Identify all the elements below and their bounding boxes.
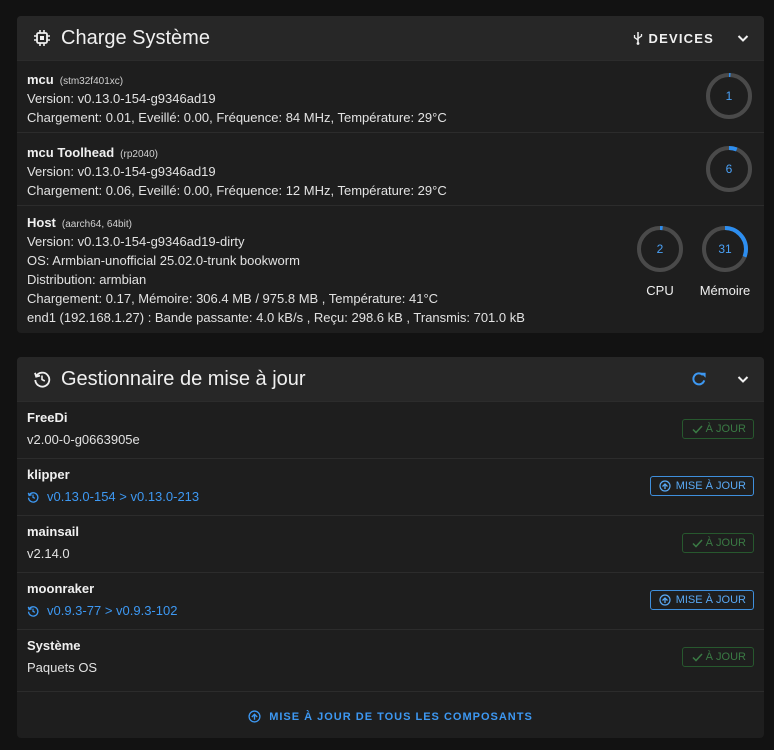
arrow-up-circle-icon [659,480,671,492]
update-item-version-link[interactable]: v0.13.0-154 > v0.13.0-213 [27,489,754,505]
history-icon [27,491,39,503]
mcu-row: mcu (stm32f401xc) Version: v0.13.0-154-g9… [17,60,764,132]
cpu-gauge-value: 2 [656,242,664,256]
devices-button[interactable]: DEVICES [633,31,714,46]
update-manager-panel: Gestionnaire de mise à jour FreeDi v2.00… [17,357,764,738]
update-manager-header: Gestionnaire de mise à jour [17,357,764,401]
update-item-name: FreeDi [27,410,68,425]
update-item-mainsail: mainsail v2.14.0 À JOUR [17,515,764,572]
system-load-header: Charge Système DEVICES [17,16,764,60]
mcu-toolhead-row: mcu Toolhead (rp2040) Version: v0.13.0-15… [17,132,764,205]
update-item-name: mainsail [27,524,80,539]
mcu-chip: (stm32f401xc) [59,76,124,87]
system-load-title: Charge Système [61,26,210,49]
update-item-version: v2.14.0 [27,546,70,561]
cpu-chip-icon [33,29,51,47]
system-load-panel: Charge Système DEVICES mcu (stm32f401xc) … [17,16,764,333]
history-icon [33,370,51,388]
mcu-toolhead-gauge-value: 6 [725,162,733,176]
update-item-moonraker: moonraker v0.9.3-77 > v0.9.3-102 MISE À … [17,572,764,629]
update-item-name: klipper [27,467,70,482]
update-label: MISE À JOUR [675,594,746,606]
update-item-system: Système Paquets OS À JOUR [17,629,764,691]
update-button[interactable]: MISE À JOUR [649,476,754,496]
up-to-date-button[interactable]: À JOUR [681,647,754,667]
check-icon [692,424,703,434]
refresh-icon[interactable] [691,371,707,387]
up-to-date-button[interactable]: À JOUR [681,533,754,553]
mcu-toolhead-load: Chargement: 0.06, Eveillé: 0.00, Fréquen… [27,183,447,198]
update-item-freedi: FreeDi v2.00-0-g0663905e À JOUR [17,401,764,458]
history-icon [27,605,39,617]
update-item-version: v2.00-0-g0663905e [27,432,140,447]
up-to-date-label: À JOUR [705,651,746,663]
update-label: MISE À JOUR [675,480,746,492]
check-icon [692,538,703,548]
memory-gauge: 31 [700,224,750,274]
host-row: Host (aarch64, 64bit) Version: v0.13.0-15… [17,205,764,332]
update-item-name: Système [27,638,81,653]
host-network: end1 (192.168.1.27) : Bande passante: 4.… [27,310,525,325]
arrow-up-circle-icon [659,594,671,606]
up-to-date-label: À JOUR [705,423,746,435]
cpu-gauge: 2 [635,224,685,274]
update-item-version-link[interactable]: v0.9.3-77 > v0.9.3-102 [27,603,754,619]
mcu-toolhead-name: mcu Toolhead [27,145,115,160]
arrow-up-circle-icon [248,710,261,723]
mcu-toolhead-load-gauge: 6 [704,144,754,194]
mcu-toolhead-version: Version: v0.13.0-154-g9346ad19 [27,164,216,179]
update-manager-title: Gestionnaire de mise à jour [61,367,306,390]
up-to-date-label: À JOUR [705,537,746,549]
mcu-load: Chargement: 0.01, Eveillé: 0.00, Fréquen… [27,110,447,125]
mcu-load-gauge: 1 [704,71,754,121]
update-all-button[interactable]: MISE À JOUR DE TOUS LES COMPOSANTS [17,691,764,738]
host-arch: (aarch64, 64bit) [61,219,132,230]
mcu-toolhead-chip: (rp2040) [120,149,158,160]
host-name: Host [27,215,56,230]
update-item-version: v0.13.0-154 > v0.13.0-213 [47,489,200,504]
chevron-down-icon[interactable] [736,31,750,45]
memory-gauge-value: 31 [718,242,732,256]
mcu-name: mcu [27,72,54,87]
usb-icon [633,31,643,45]
update-item-version: v0.9.3-77 > v0.9.3-102 [47,603,178,618]
mcu-gauge-value: 1 [725,89,733,103]
update-button[interactable]: MISE À JOUR [649,590,754,610]
mcu-version: Version: v0.13.0-154-g9346ad19 [27,91,216,106]
devices-label: DEVICES [648,30,714,46]
chevron-down-icon[interactable] [736,372,750,386]
up-to-date-button[interactable]: À JOUR [681,419,754,439]
check-icon [692,652,703,662]
update-item-name: moonraker [27,581,95,596]
update-item-klipper: klipper v0.13.0-154 > v0.13.0-213 MISE À… [17,458,764,515]
memory-label: Mémoire [699,283,751,298]
update-all-label: MISE À JOUR DE TOUS LES COMPOSANTS [269,710,533,723]
update-item-version: Paquets OS [27,660,98,675]
